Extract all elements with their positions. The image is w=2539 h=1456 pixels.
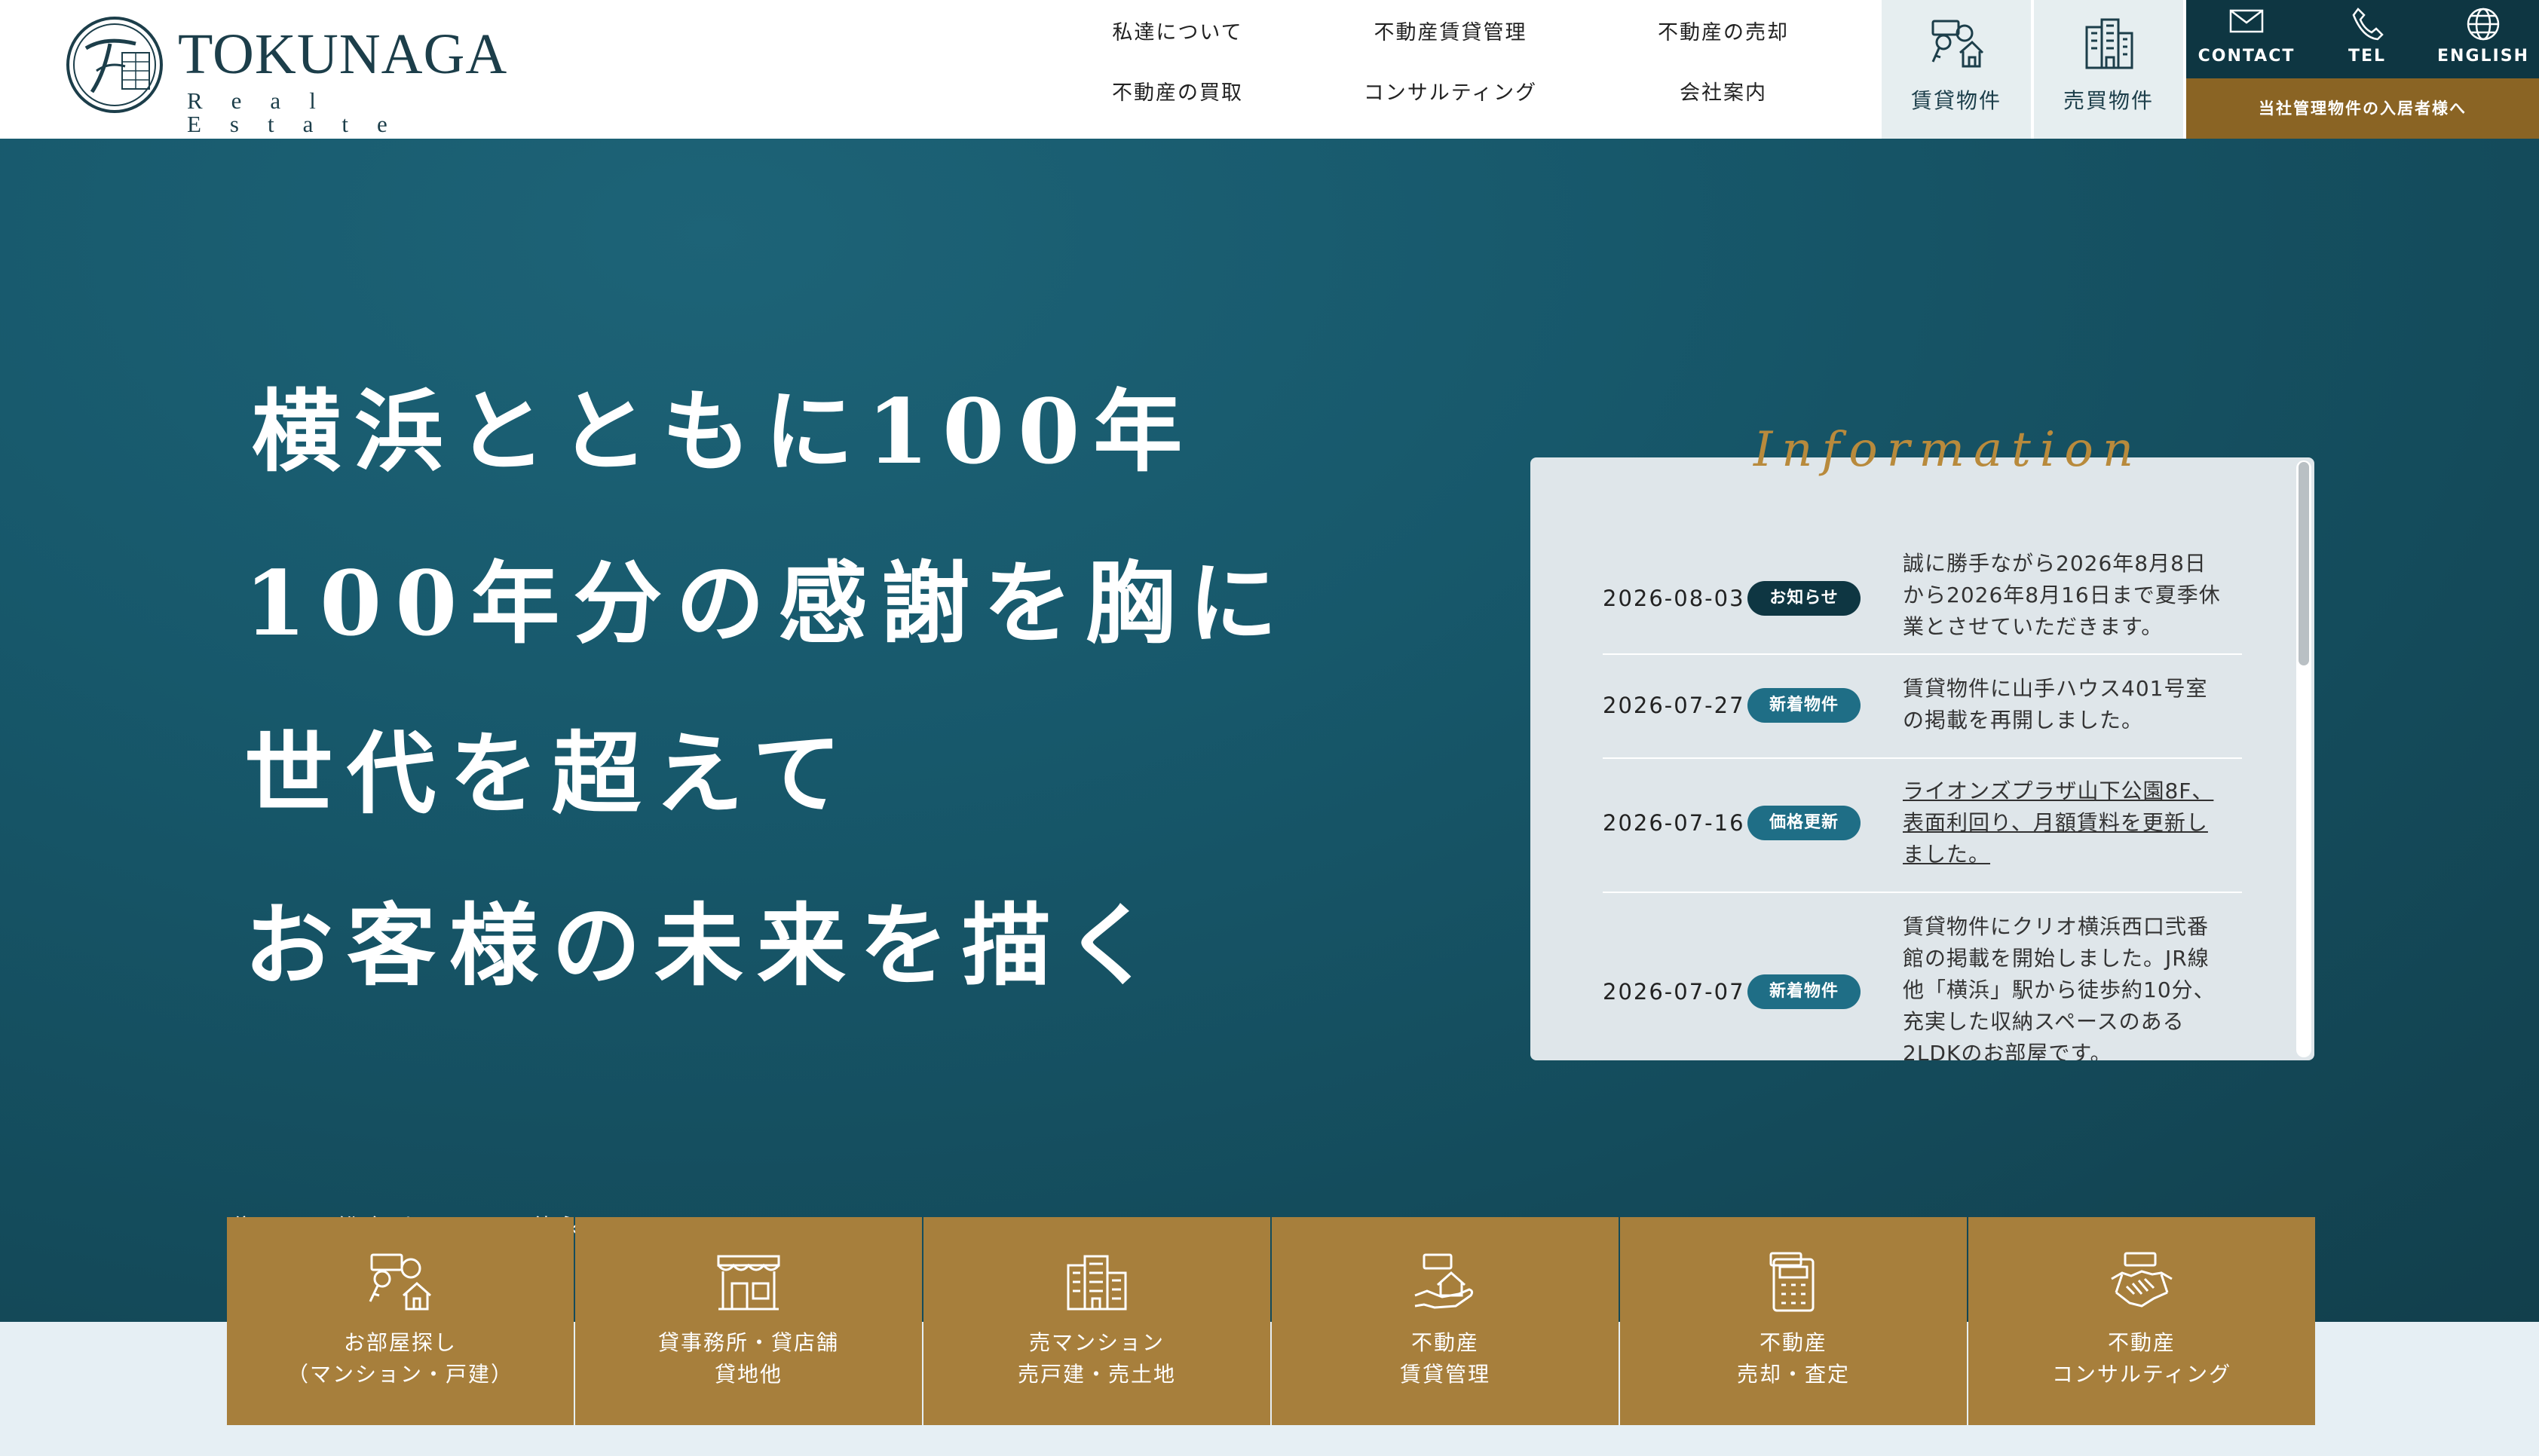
information-panel[interactable]: 2026-08-03 お知らせ 誠に勝手ながら2026年8月8日から2026年8…	[1530, 457, 2314, 1060]
envelope-icon	[2229, 9, 2264, 33]
info-date: 2026-07-16	[1603, 810, 1745, 836]
site-header: TOKUNAGA Real Estate 私達について 不動産賃貸管理 不動産の…	[0, 0, 2539, 139]
info-item[interactable]: 2026-07-07 新着物件 賃貸物件にクリオ横浜西口弐番館の掲載を開始しまし…	[1603, 895, 2242, 1060]
service-card-sale-appraisal[interactable]: 不動産 売却・査定	[1620, 1217, 1967, 1425]
english-label: ENGLISH	[2437, 47, 2529, 66]
sale-properties-label: 売買物件	[2063, 88, 2154, 113]
key-house-icon	[1931, 20, 1984, 68]
service-card-room-search[interactable]: お部屋探し （マンション・戸建）	[227, 1217, 574, 1425]
info-date: 2026-08-03	[1603, 586, 1745, 611]
service-card-rental-management[interactable]: 不動産 賃貸管理	[1272, 1217, 1619, 1425]
nav-consulting[interactable]: コンサルティング	[1315, 83, 1586, 103]
service-label: 不動産 賃貸管理	[1399, 1330, 1490, 1387]
logo-emblem-icon	[66, 17, 163, 113]
info-category-badge: 価格更新	[1747, 806, 1861, 840]
info-item[interactable]: 2026-08-03 お知らせ 誠に勝手ながら2026年8月8日から2026年8…	[1603, 548, 2242, 655]
service-cards: お部屋探し （マンション・戸建） 貸事務所・貸店舗 貸地他 売マンション 売戸建…	[227, 1217, 2315, 1425]
contact-label: CONTACT	[2198, 47, 2296, 66]
logo-tagline: Real Estate	[187, 87, 416, 137]
info-item[interactable]: 2026-07-16 価格更新 ライオンズプラザ山下公園8F、表面利回り、月額賃…	[1603, 760, 2242, 893]
rental-properties-label: 賃貸物件	[1910, 88, 2001, 113]
logo[interactable]: TOKUNAGA Real Estate	[63, 14, 507, 136]
tel-label: TEL	[2348, 47, 2387, 66]
info-text: 賃貸物件にクリオ横浜西口弐番館の掲載を開始しました。JR線他「横浜」駅から徒歩約…	[1903, 914, 2216, 1060]
main-nav: 私達について 不動産賃貸管理 不動産の売却 不動産の買取 コンサルティング 会社…	[1042, 0, 1879, 139]
room-search-icon	[369, 1253, 431, 1311]
info-text-link[interactable]: ライオンズプラザ山下公園8F、表面利回り、月額賃料を更新しました。	[1903, 775, 2225, 870]
hand-house-icon	[1414, 1253, 1474, 1309]
building-sale-icon	[1067, 1255, 1127, 1311]
phone-icon	[2352, 8, 2384, 41]
nav-company[interactable]: 会社案内	[1588, 83, 1859, 103]
logo-name: TOKUNAGA	[178, 23, 508, 86]
buildings-icon	[2085, 18, 2133, 69]
nav-about[interactable]: 私達について	[1042, 23, 1313, 43]
rental-properties-button[interactable]: 賃貸物件	[1882, 0, 2031, 139]
info-item[interactable]: 2026-07-27 新着物件 賃貸物件に山手ハウス401号室の掲載を再開しまし…	[1603, 656, 2242, 759]
service-label: お部屋探し （マンション・戸建）	[286, 1330, 513, 1387]
info-date: 2026-07-07	[1603, 979, 1745, 1005]
info-category-badge: お知らせ	[1747, 581, 1861, 616]
service-card-consulting[interactable]: 不動産 コンサルティング	[1968, 1217, 2315, 1425]
service-card-sale-property[interactable]: 売マンション 売戸建・売土地	[923, 1217, 1270, 1425]
service-label: 不動産 コンサルティング	[2051, 1330, 2232, 1387]
info-text: 誠に勝手ながら2026年8月8日から2026年8月16日まで夏季休業とさせていた…	[1903, 551, 2221, 639]
info-category-badge: 新着物件	[1747, 688, 1861, 723]
nav-property-purchase[interactable]: 不動産の買取	[1042, 83, 1313, 103]
service-card-office-shop[interactable]: 貸事務所・貸店舗 貸地他	[575, 1217, 922, 1425]
info-date: 2026-07-27	[1603, 693, 1745, 718]
resident-link[interactable]: 当社管理物件の入居者様へ	[2186, 78, 2539, 139]
nav-property-sale[interactable]: 不動産の売却	[1588, 23, 1859, 43]
hero-line-1: 横浜とともに100年	[252, 379, 1196, 484]
hero-line-4: お客様の未来を描く	[244, 893, 1168, 998]
info-scrollbar[interactable]	[2296, 460, 2311, 1057]
service-label: 売マンション 売戸建・売土地	[1017, 1330, 1176, 1387]
hero-line-2: 100年分の感謝を胸に	[244, 551, 1291, 656]
nav-rental-management[interactable]: 不動産賃貸管理	[1315, 23, 1586, 43]
handshake-icon	[2111, 1252, 2173, 1308]
sale-properties-button[interactable]: 売買物件	[2034, 0, 2183, 139]
information-title: Information	[1753, 422, 2143, 478]
tel-button[interactable]: TEL	[2307, 0, 2427, 78]
info-category-badge: 新着物件	[1747, 974, 1861, 1009]
utility-bar: CONTACT TEL ENGLISH	[2186, 0, 2539, 78]
info-scrollbar-thumb[interactable]	[2299, 462, 2309, 665]
globe-icon	[2467, 8, 2500, 41]
service-label: 貸事務所・貸店舗 貸地他	[657, 1330, 839, 1387]
contact-button[interactable]: CONTACT	[2186, 0, 2307, 78]
info-text: 賃貸物件に山手ハウス401号室の掲載を再開しました。	[1903, 676, 2208, 733]
hero-line-3: 世代を超えて	[244, 721, 856, 826]
shop-rent-icon	[717, 1255, 780, 1311]
service-label: 不動産 売却・査定	[1736, 1330, 1850, 1387]
calculator-icon	[1769, 1252, 1815, 1312]
english-button[interactable]: ENGLISH	[2427, 0, 2539, 78]
